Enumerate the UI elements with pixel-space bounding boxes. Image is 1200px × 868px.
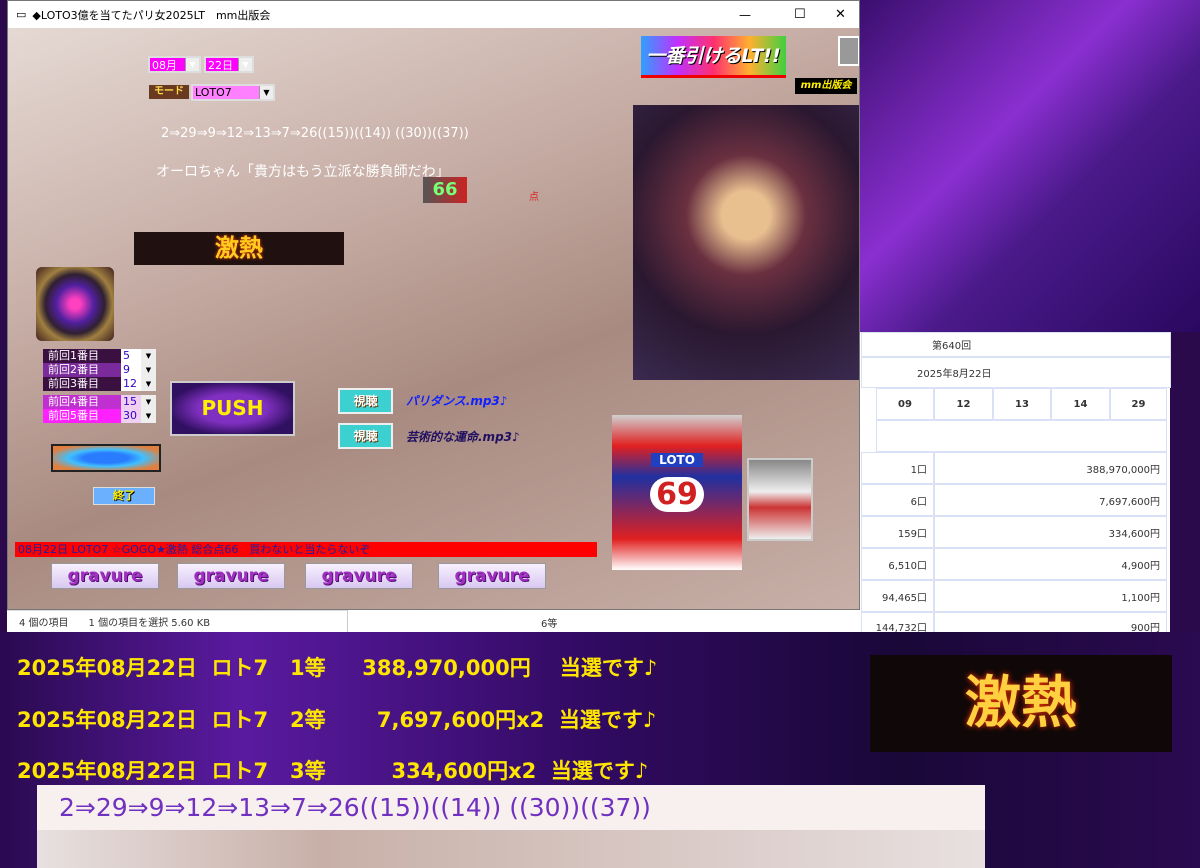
prize-tier-label: 6等 [541,618,558,630]
winner-line: 2025年08月22日 ロト7 1等 388,970,000円 当選です♪ [17,656,658,680]
previous-number-row: 前回3番目 12 ▼ [43,377,156,391]
previous-label: 前回4番目 [43,395,121,409]
blue-round-button[interactable] [51,444,161,472]
item-count: 4 個の項目 [19,618,69,629]
score-badge: 66 [423,177,467,203]
gravure-button[interactable]: gravure [305,563,413,589]
desktop-background [860,0,1200,332]
gravure-button[interactable]: gravure [177,563,285,589]
prize-amount: 4,900円 [934,548,1167,580]
hot-banner: 激熱 [134,232,344,265]
previous-number-select[interactable]: 9 [121,363,141,377]
winning-number: 13 [993,388,1051,420]
month-value: 08月 [152,58,177,72]
track-name: 芸術的な運命.mp3♪ [406,430,520,444]
prize-amount: 1,100円 [934,580,1167,612]
prize-amount: 7,697,600円 [934,484,1167,516]
round-label: 第640回 [861,332,1171,357]
gravure-button[interactable]: gravure [51,563,159,589]
draw-date: 2025年8月22日 [861,357,1171,388]
month-select[interactable]: 08月 ▼ [148,56,201,73]
winning-number: 12 [934,388,993,420]
slot-label: LOTO [651,453,703,467]
empty-row [876,420,1167,452]
previous-number-select[interactable]: 15 [121,395,141,409]
bottom-sequence: 2⇒29⇒9⇒12⇒13⇒7⇒26((15))((14)) ((30))((37… [37,785,985,830]
ticker-bar: 08月22日 LOTO7 ☆GOGO★激熱 総合点66 買わないと当たらないぞ [15,542,597,557]
exit-button[interactable]: 終了 [93,487,155,505]
title-bar: ▭ ◆LOTO3億を当てたパリ女2025LT mm出版会 — ☐ ✕ [8,1,859,28]
prize-count: 6口 [861,484,934,516]
bottom-photo-strip [37,830,985,868]
status-bar: 4 個の項目 1 個の項目を選択 5.60 KB [7,610,347,632]
previous-number-row: 前回1番目 5 ▼ [43,349,156,363]
maximize-button[interactable]: ☐ [794,7,806,22]
mode-value: LOTO7 [195,86,232,99]
previous-number-select[interactable]: 12 [121,377,141,391]
chevron-down-icon: ▼ [185,58,199,71]
previous-number-select[interactable]: 30 [121,409,141,423]
previous-number-row: 前回5番目 30 ▼ [43,409,156,423]
prize-amount: 334,600円 [934,516,1167,548]
previous-label: 前回5番目 [43,409,121,423]
emblem-thumbnail [747,458,813,541]
previous-label: 前回1番目 [43,349,121,363]
character-speech: オーロちゃん「貴方はもう立派な勝負師だわ」 [156,164,450,180]
slot-number: 69 [650,477,704,512]
chevron-down-icon[interactable]: ▼ [141,377,156,391]
previous-label: 前回2番目 [43,363,121,377]
prize-count: 159口 [861,516,934,548]
publisher-badge: mm出版会 [795,78,857,94]
listen-button[interactable]: 視聴 [338,388,393,414]
prize-count: 94,465口 [861,580,934,612]
previous-number-row: 前回2番目 9 ▼ [43,363,156,377]
chevron-down-icon: ▼ [238,58,252,71]
chevron-down-icon[interactable]: ▼ [141,395,156,409]
featured-photo [633,105,859,380]
winner-line: 2025年08月22日 ロト7 2等 7,697,600円x2 当選です♪ [17,708,657,732]
reel-emblem-image [36,267,114,341]
chevron-down-icon[interactable]: ▼ [141,349,156,363]
chevron-down-icon[interactable]: ▼ [141,409,156,423]
prize-count: 1口 [861,452,934,484]
app-icon: ▭ [16,8,27,21]
winning-number: 14 [1051,388,1110,420]
previous-number-row: 前回4番目 15 ▼ [43,395,156,409]
winning-number: 09 [876,388,934,420]
previous-number-select[interactable]: 5 [121,349,141,363]
day-select[interactable]: 22日 ▼ [204,56,254,73]
slot-machine-image: LOTO 69 [612,415,742,570]
hot-banner-large: 激熱 [870,655,1172,752]
close-button[interactable]: ✕ [835,7,846,22]
previous-label: 前回3番目 [43,377,121,391]
gravure-button[interactable]: gravure [438,563,546,589]
mode-select[interactable]: LOTO7 ▼ [191,84,275,101]
prize-amount: 388,970,000円 [934,452,1167,484]
logo-banner: 一番引けるLT!! [641,36,786,78]
prediction-sequence: 2⇒29⇒9⇒12⇒13⇒7⇒26((15))((14)) ((30))((37… [161,126,469,141]
score-unit: 点 [529,192,539,203]
prize-count: 6,510口 [861,548,934,580]
minimize-button[interactable]: — [739,8,751,22]
listen-button[interactable]: 視聴 [338,423,393,449]
portrait-thumbnail [838,36,859,66]
chevron-down-icon: ▼ [259,86,273,99]
track-name: パリダンス.mp3♪ [406,394,508,408]
window-title: ◆LOTO3億を当てたパリ女2025LT mm出版会 [32,8,271,22]
push-button[interactable]: PUSH [170,381,295,436]
app-window: ▭ ◆LOTO3億を当てたパリ女2025LT mm出版会 — ☐ ✕ 08月 ▼ … [7,0,860,610]
chevron-down-icon[interactable]: ▼ [141,363,156,377]
day-value: 22日 [208,58,233,72]
selection-info: 1 個の項目を選択 5.60 KB [88,618,211,629]
winner-line: 2025年08月22日 ロト7 3等 334,600円x2 当選です♪ [17,759,649,783]
mode-label: モード [149,85,189,99]
winning-number: 29 [1110,388,1167,420]
